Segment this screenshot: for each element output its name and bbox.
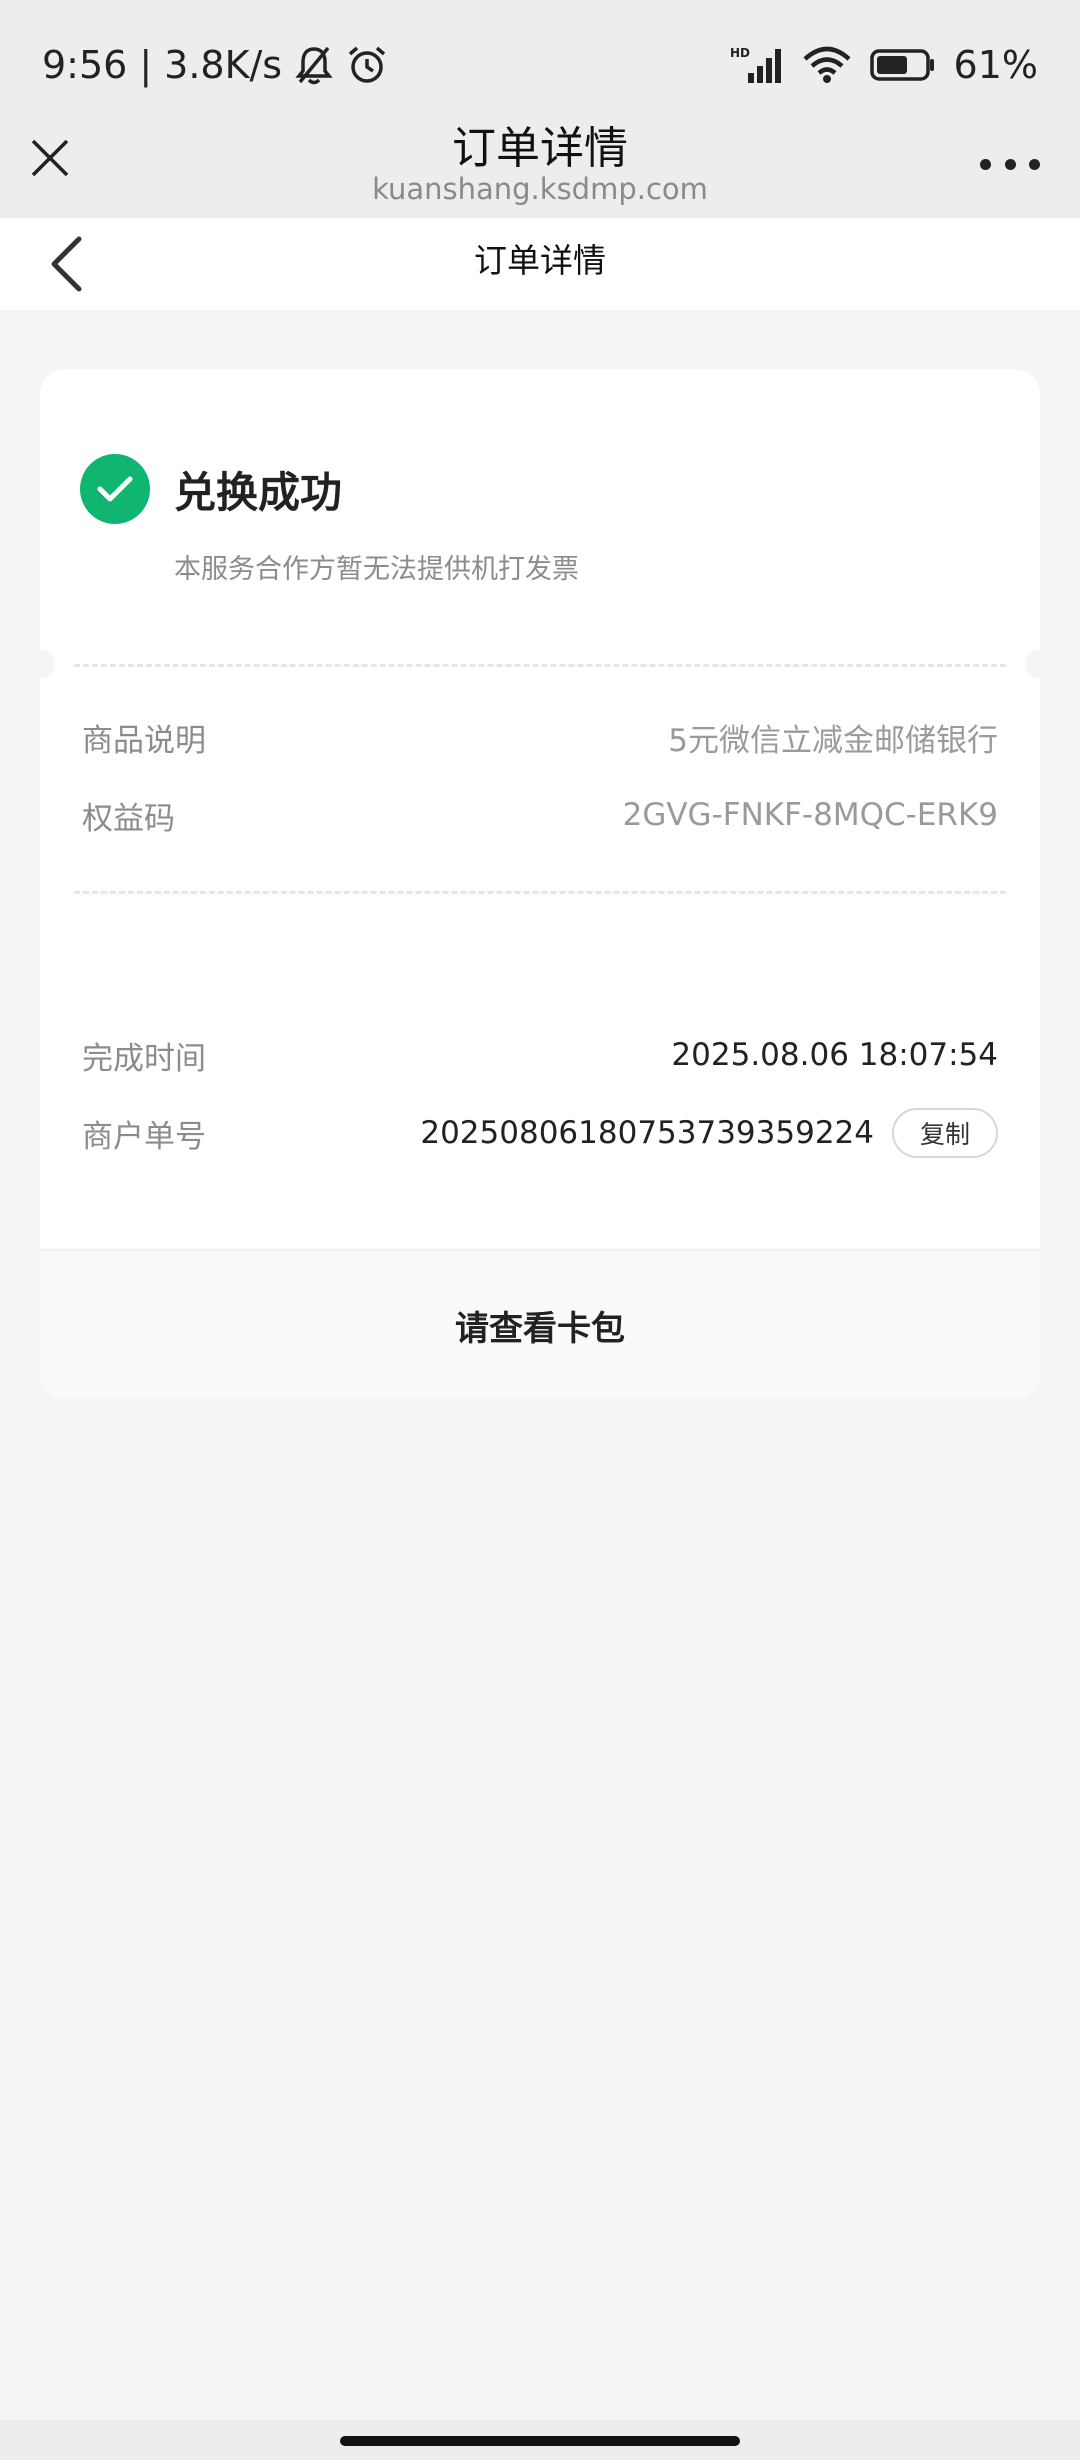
completion-value: 2025.08.06 18:07:54 [671,1037,998,1073]
divider-dashed-2 [74,891,1006,894]
footer-text: 请查看卡包 [455,1308,625,1349]
order-card: 兑换成功 本服务合作方暂无法提供机打发票 商品说明 5元微信立减金邮储银行 权益… [40,369,1040,1399]
close-icon[interactable] [22,130,78,186]
ticket-notch-left [40,649,55,679]
status-right: HD 61% [730,43,1038,87]
product-label: 商品说明 [82,722,206,759]
bell-mute-icon [294,44,334,86]
status-separator: | [139,43,153,87]
copy-button[interactable]: 复制 [892,1108,998,1158]
webview-url: kuanshang.ksdmp.com [372,172,708,206]
hd-signal-icon: HD [730,45,784,85]
status-note: 本服务合作方暂无法提供机打发票 [174,554,579,585]
info-row-merchant: 商户单号 20250806180753739359224 复制 [82,1103,998,1163]
view-card-wallet-button[interactable]: 请查看卡包 [40,1249,1040,1399]
divider-dashed [74,664,1006,667]
success-check-icon [80,454,150,524]
more-icon[interactable] [980,154,1040,174]
completion-label: 完成时间 [82,1040,206,1077]
webview-title: 订单详情 [452,123,628,174]
svg-text:HD: HD [730,46,750,60]
alarm-icon [346,44,388,86]
battery-level: 61% [953,43,1038,87]
info-row-product: 商品说明 5元微信立减金邮储银行 [82,707,998,767]
info-row-completion: 完成时间 2025.08.06 18:07:54 [82,1025,998,1085]
ticket-notch-right [1025,649,1040,679]
gesture-bar[interactable] [340,2436,740,2446]
status-network-speed: 3.8K/s [164,43,283,87]
wifi-icon [802,45,852,85]
page-title: 订单详情 [474,241,606,280]
info-row-code: 权益码 2GVG-FNKF-8MQC-ERK9 [82,785,998,845]
product-value: 5元微信立减金邮储银行 [668,722,998,759]
status-time: 9:56 [42,43,128,87]
gesture-area [0,2420,1080,2460]
merchant-label: 商户单号 [82,1118,206,1155]
back-chevron-icon[interactable] [36,232,96,296]
code-label: 权益码 [82,800,175,837]
order-status: 兑换成功 [80,454,342,524]
merchant-value-group: 20250806180753739359224 复制 [420,1108,998,1158]
merchant-value: 20250806180753739359224 [420,1115,874,1151]
webview-header: 订单详情 kuanshang.ksdmp.com [0,110,1080,218]
page-nav-bar: 订单详情 [0,218,1080,310]
code-value[interactable]: 2GVG-FNKF-8MQC-ERK9 [623,797,998,833]
status-title: 兑换成功 [174,467,343,517]
status-left: 9:56 | 3.8K/s [42,43,388,87]
battery-icon [869,48,936,82]
